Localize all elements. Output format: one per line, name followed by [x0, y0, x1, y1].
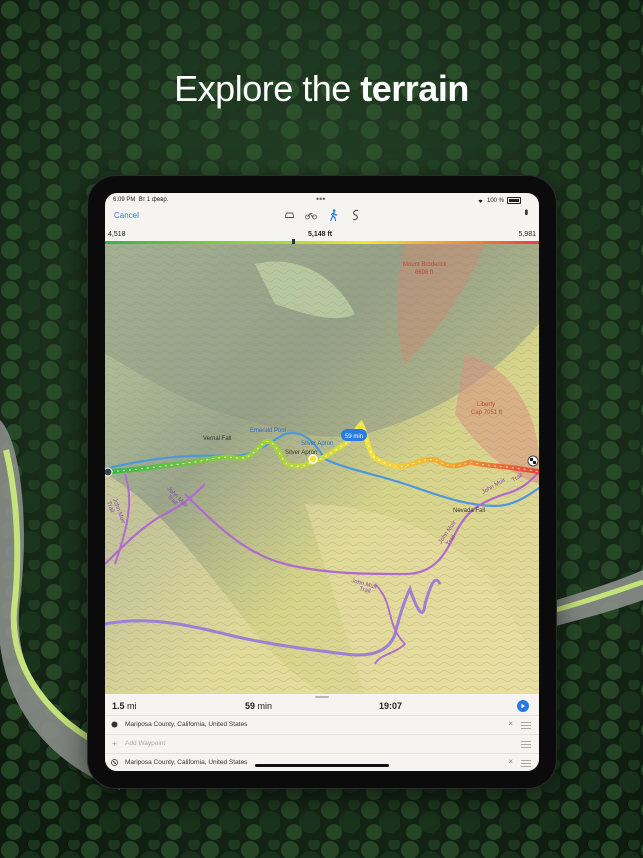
label-emerald-pool: Emerald Pool	[250, 428, 286, 434]
reorder-handle-icon[interactable]	[521, 741, 531, 748]
route-summary: 1.5 mi 59 min 19:07	[105, 700, 539, 714]
start-navigation-button[interactable]	[517, 700, 529, 712]
label-mount-broderick: Mount Broderick	[403, 262, 448, 268]
finish-flag-marker[interactable]	[527, 455, 539, 467]
car-icon[interactable]	[283, 209, 295, 221]
tablet-frame: 6:09 PM Вт 1 февр. ••• 100 % Cancel ••• …	[88, 176, 556, 788]
remove-waypoint-icon[interactable]: ×	[508, 757, 513, 766]
status-bar: 6:09 PM Вт 1 февр. ••• 100 %	[105, 193, 539, 207]
elevation-min: 4,518	[108, 231, 126, 238]
headline-bold: terrain	[360, 68, 469, 109]
route-time-bubble[interactable]: 59 min	[341, 429, 367, 441]
start-dot-icon	[111, 721, 118, 728]
route-duration: 59 min	[245, 701, 273, 711]
elevation-current: 5,148 ft	[308, 231, 333, 238]
status-right: 100 %	[477, 197, 521, 204]
waypoint-label: Mariposa County, California, United Stat…	[125, 721, 248, 728]
hike-icon[interactable]	[327, 209, 339, 221]
plus-icon	[112, 741, 117, 746]
bike-icon[interactable]	[305, 209, 317, 221]
battery-percent: 100 %	[486, 197, 504, 204]
waypoint-row-start[interactable]: Mariposa County, California, United Stat…	[105, 715, 539, 734]
waypoint-row-add[interactable]: Add Waypoint	[105, 734, 539, 753]
topo-map[interactable]: 59 min Mount Broderick 6696 ft Liberty C…	[105, 244, 539, 694]
elevation-max: 5,981	[518, 231, 536, 238]
add-waypoint-label[interactable]: Add Waypoint	[125, 740, 165, 747]
label-liberty: Liberty	[477, 402, 495, 408]
headline: Explore the terrain	[0, 68, 643, 110]
cancel-button[interactable]: Cancel	[114, 211, 139, 220]
route-start-marker[interactable]	[105, 467, 113, 477]
reorder-handle-icon[interactable]	[521, 722, 531, 729]
label-liberty-elev: Cap 7051 ft	[471, 410, 502, 416]
status-time: 6:09 PM Вт 1 февр.	[113, 197, 169, 203]
reorder-handle-icon[interactable]	[521, 760, 531, 767]
remove-waypoint-icon[interactable]: ×	[508, 719, 513, 728]
headline-normal: Explore the	[174, 68, 351, 109]
waypoint-row-finish[interactable]: Mariposa County, California, United Stat…	[105, 753, 539, 771]
waypoint-label: Mariposa County, California, United Stat…	[125, 759, 248, 766]
current-position-marker[interactable]	[308, 454, 318, 464]
route-panel: 1.5 mi 59 min 19:07 Mariposa County, Cal…	[105, 694, 539, 771]
play-icon	[521, 703, 525, 709]
panel-grab-handle[interactable]	[315, 696, 329, 698]
wifi-icon	[478, 199, 483, 203]
transport-modes	[283, 209, 361, 221]
route-eta: 19:07	[379, 701, 403, 711]
home-indicator[interactable]	[255, 764, 389, 767]
app-screen: 6:09 PM Вт 1 февр. ••• 100 % Cancel ••• …	[105, 193, 539, 771]
route-distance: 1.5 mi	[112, 701, 137, 711]
svg-text:59 min: 59 min	[345, 434, 363, 440]
toolbar: Cancel •••	[105, 207, 539, 229]
route-icon[interactable]	[349, 209, 361, 221]
label-nevada-fall: Nevada Fall	[453, 508, 485, 514]
label-vernal-fall: Vernal Fall	[203, 436, 231, 442]
battery-icon	[507, 197, 521, 204]
label-silver-apron: Silver Apron	[301, 441, 333, 447]
multitasking-dots-icon[interactable]: •••	[316, 194, 325, 204]
label-mount-broderick-elev: 6696 ft	[415, 270, 434, 276]
label-silver-apron-2: Silver Apron	[285, 450, 317, 456]
more-menu-icon[interactable]: •••	[520, 209, 531, 214]
finish-flag-icon	[111, 759, 118, 766]
